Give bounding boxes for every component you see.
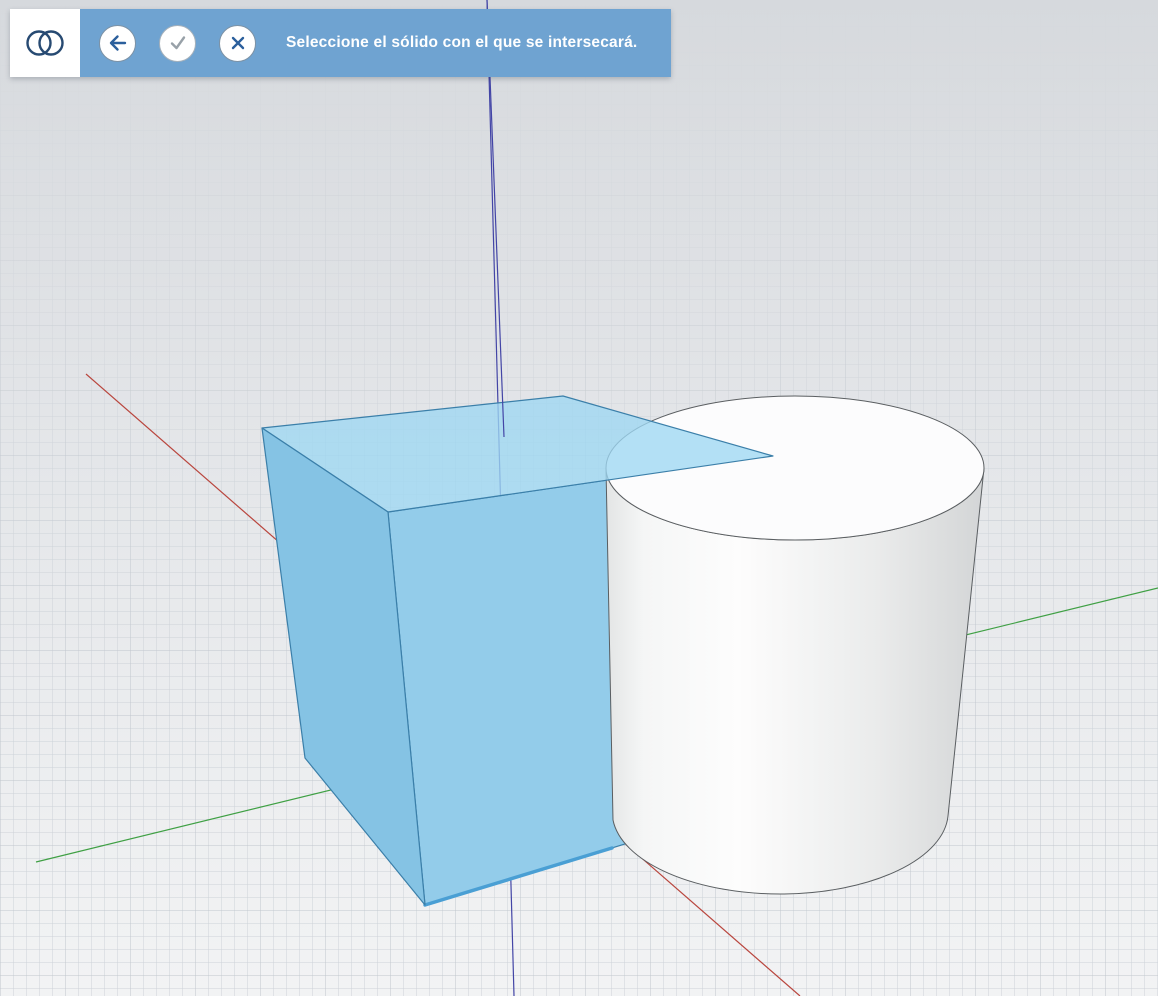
- cancel-button[interactable]: [219, 24, 256, 62]
- active-tool-button[interactable]: [10, 9, 80, 77]
- prompt-text: Seleccione el sólido con el que se inter…: [286, 34, 638, 51]
- app-window: Seleccione el sólido con el que se inter…: [0, 0, 1158, 996]
- intersect-solids-icon: [26, 30, 64, 56]
- back-button[interactable]: [99, 24, 136, 62]
- close-icon: [231, 36, 244, 50]
- viewport-canvas[interactable]: [0, 0, 1158, 996]
- toolbar: Seleccione el sólido con el que se inter…: [10, 9, 672, 77]
- arrow-left-icon: [109, 35, 126, 51]
- check-icon: [170, 36, 185, 50]
- accept-button[interactable]: [159, 24, 196, 62]
- prompt-bar: Seleccione el sólido con el que se inter…: [80, 9, 672, 77]
